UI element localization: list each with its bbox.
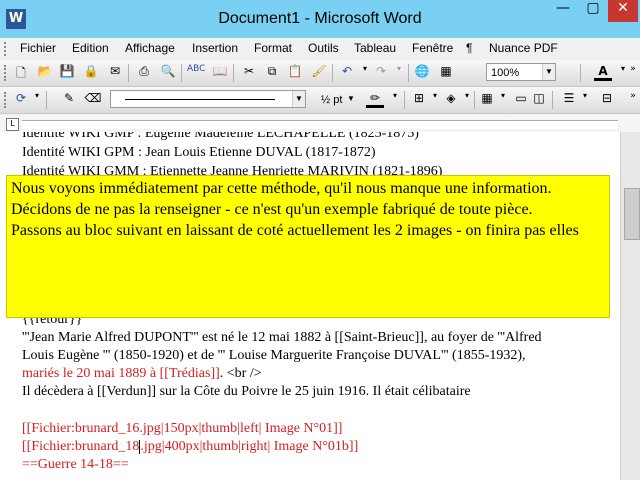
separator	[46, 91, 47, 109]
chevron-down-icon[interactable]: ▼	[345, 91, 357, 107]
image-markup-line[interactable]: [[Fichier:brunard_16.jpg|150px|thumb|lef…	[22, 421, 342, 437]
merge-cells-icon[interactable]: ▭	[512, 91, 530, 109]
redo-dropdown-icon[interactable]: ▾	[390, 64, 408, 82]
link-tredias: [[Trédias]]	[159, 366, 220, 381]
horizontal-ruler: L	[0, 115, 640, 133]
image-markup-line[interactable]: [[Fichier:brunard_18.jpg|400px|thumb|rig…	[22, 439, 358, 455]
image-markup-part: .jpg|400px|thumb|right| Image N°01b]]	[140, 439, 359, 454]
menu-fichier[interactable]: Fichier	[20, 41, 56, 55]
menu-grip[interactable]	[4, 42, 10, 56]
highlighted-note: Nous voyons immédiatement par cette méth…	[6, 175, 610, 318]
undo-icon[interactable]: ↶	[338, 64, 356, 82]
copy-icon[interactable]: ⧉	[263, 64, 281, 82]
doc-line[interactable]: Il décèdera à [[Verdun]] sur la Côte du …	[22, 384, 471, 400]
vertical-scrollbar[interactable]	[620, 132, 640, 480]
menu-outils[interactable]: Outils	[308, 41, 339, 55]
note-paragraph: Nous voyons immédiatement par cette méth…	[11, 180, 552, 197]
draw-table-icon[interactable]: ✎	[60, 91, 78, 109]
menu-edition[interactable]: Edition	[72, 41, 109, 55]
window-title: Document1 - Microsoft Word	[218, 10, 422, 27]
format-painter-icon[interactable]: 🖌	[310, 64, 328, 82]
menu-format[interactable]: Format	[254, 41, 292, 55]
doc-line[interactable]: '''Jean Marie Alfred DUPONT''' est né le…	[22, 330, 542, 346]
separator	[552, 91, 553, 109]
scrollbar-thumb[interactable]	[624, 188, 640, 240]
note-paragraph: Passons au bloc suivant en laissant de c…	[11, 222, 579, 239]
open-folder-icon[interactable]: 📂	[36, 64, 54, 82]
red-text: mariés le 20 mai 1889 à	[22, 366, 160, 381]
toolbar-options-icon[interactable]: »	[624, 64, 640, 82]
chevron-down-icon[interactable]: ▼	[542, 64, 555, 80]
standard-toolbar: 🗋 📂 💾 🔒 ✉ ⎙ 🔍 ABC 📖 ✂ ⧉ 📋 🖌 ↶ ▾ ↷ ▾ 🌐 ▦ …	[0, 60, 640, 87]
hyperlink-icon[interactable]: 🌐	[413, 64, 431, 82]
chevron-down-icon[interactable]: ▼	[292, 91, 305, 107]
separator	[233, 64, 234, 82]
new-document-icon[interactable]: 🗋	[12, 64, 30, 82]
title-bar: W Document1 - Microsoft Word — ▢ ✕	[0, 0, 640, 38]
split-cells-icon[interactable]: ◫	[530, 91, 548, 109]
cut-icon[interactable]: ✂	[240, 64, 258, 82]
tab-selector-icon[interactable]: L	[6, 118, 19, 131]
line-weight-value: ½ pt	[321, 94, 343, 106]
toolbar-grip[interactable]	[4, 65, 9, 81]
research-icon[interactable]: 📖	[211, 64, 229, 82]
eraser-icon[interactable]: ⌫	[84, 91, 102, 109]
align-dropdown-icon[interactable]: ▾	[576, 91, 594, 109]
redo-icon[interactable]: ↷	[372, 64, 390, 82]
minimize-button[interactable]: —	[548, 0, 578, 22]
line-style-select[interactable]: ▼	[110, 90, 306, 108]
border-color-icon[interactable]: ✏	[366, 91, 384, 108]
save-icon[interactable]: 💾	[58, 64, 76, 82]
drawing-dropdown-icon[interactable]: ▾	[28, 91, 46, 109]
drawing-toolbar: ⟳ ▾ ✎ ⌫ ▼ ½ pt ▼ ✏ ▾ ⊞ ▾ ◈ ▾ ▦ ▾ ▭ ◫ ☰ ▾…	[0, 87, 640, 114]
doc-line[interactable]: mariés le 20 mai 1889 à [[Trédias]]. <br…	[22, 366, 262, 382]
distribute-rows-icon[interactable]: ⊟	[598, 91, 616, 109]
menu-nuance-pdf[interactable]: Nuance PDF	[489, 41, 558, 55]
doc-line[interactable]: Identité WIKI GPM : Jean Louis Etienne D…	[22, 145, 376, 161]
tables-borders-icon[interactable]: ▦	[437, 64, 455, 82]
separator	[404, 91, 405, 109]
menu-bar: Fichier Edition Affichage Insertion Form…	[0, 38, 640, 60]
ruler-strip[interactable]	[22, 120, 618, 129]
section-heading-markup[interactable]: ==Guerre 14-18==	[22, 457, 129, 473]
menu-show-formatting[interactable]: ¶	[466, 41, 472, 55]
paste-icon[interactable]: 📋	[286, 64, 304, 82]
note-paragraph: Décidons de ne pas la renseigner - ce n'…	[11, 201, 533, 218]
menu-affichage[interactable]: Affichage	[125, 41, 175, 55]
print-preview-icon[interactable]: 🔍	[159, 64, 177, 82]
permissions-icon[interactable]: 🔒	[82, 64, 100, 82]
separator	[128, 64, 129, 82]
separator	[332, 64, 333, 82]
print-icon[interactable]: ⎙	[135, 64, 153, 82]
email-icon[interactable]: ✉	[106, 64, 124, 82]
zoom-select[interactable]: 100% ▼	[486, 63, 556, 81]
line-weight-select[interactable]: ½ pt ▼	[308, 90, 358, 108]
insert-table-dropdown-icon[interactable]: ▾	[494, 91, 512, 109]
zoom-value: 100%	[491, 67, 520, 79]
separator	[474, 91, 475, 109]
menu-insertion[interactable]: Insertion	[192, 41, 238, 55]
border-color-dropdown-icon[interactable]: ▾	[386, 91, 404, 109]
close-button[interactable]: ✕	[608, 0, 638, 22]
doc-line[interactable]: Identité WIKI GMP : Eugénie Madeleine LE…	[22, 132, 419, 142]
font-color-icon[interactable]: A	[594, 64, 612, 81]
line-tail: . <br />	[219, 366, 262, 381]
menu-fenetre[interactable]: Fenêtre	[412, 41, 453, 55]
separator	[408, 64, 409, 82]
doc-line[interactable]: Louis Eugène ''' (1850-1920) et de ''' L…	[22, 348, 526, 364]
separator	[580, 64, 581, 82]
spelling-icon[interactable]: ABC	[187, 64, 205, 82]
toolbar-options-icon[interactable]: »	[624, 91, 640, 109]
image-markup-part: [[Fichier:brunard_18	[22, 439, 140, 454]
maximize-button[interactable]: ▢	[578, 0, 608, 22]
line-style-preview	[125, 99, 275, 100]
separator	[181, 64, 182, 82]
toolbar-grip[interactable]	[4, 92, 9, 108]
menu-tableau[interactable]: Tableau	[354, 41, 396, 55]
